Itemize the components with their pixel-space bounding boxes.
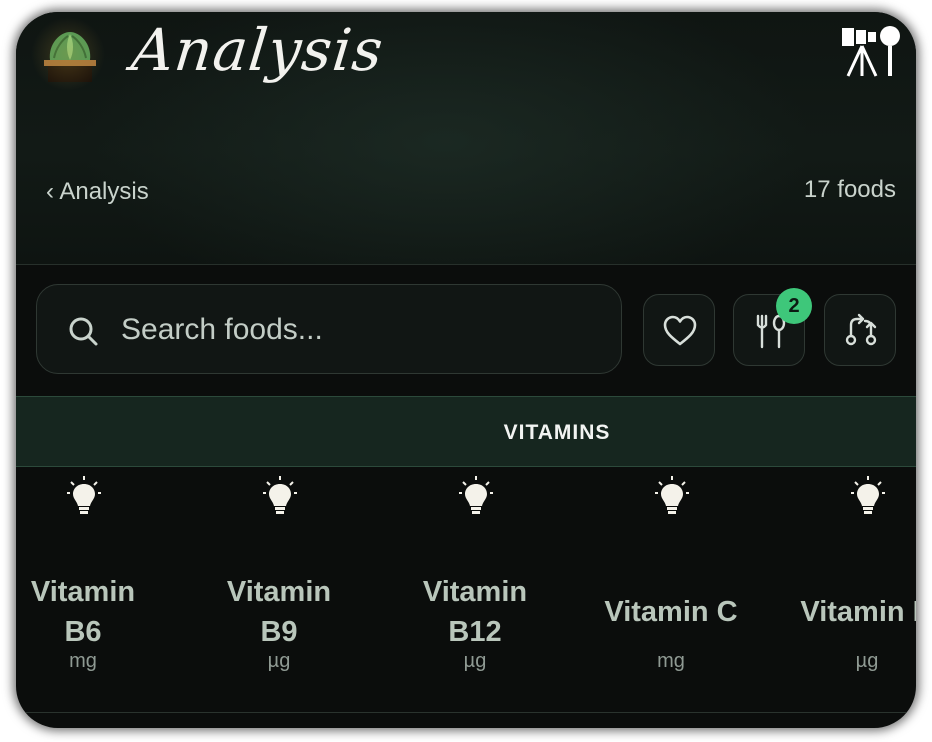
nutrient-unit: mg	[657, 650, 685, 672]
swap-arrows-icon	[845, 313, 877, 346]
nutrient-name: Vitamin C	[604, 596, 738, 628]
nutrient-unit: µg	[855, 650, 879, 672]
nutrient-name: B6	[64, 616, 102, 648]
nutrient-vitamin-c[interactable]: Vitamin C mg	[573, 474, 769, 704]
back-to-analysis-link[interactable]: ‹ Analysis	[46, 178, 149, 206]
nutrient-list: Vitamin B6 mg Vitamin B9 µg Vitamin B12 …	[16, 474, 916, 724]
nutrient-unit: mg	[69, 650, 97, 672]
lightbulb-icon	[655, 476, 689, 514]
filter-count-badge: 2	[776, 288, 812, 324]
lightbulb-icon	[459, 476, 493, 514]
tab-bar: VITAMINS	[16, 396, 916, 467]
nutrient-name: B9	[260, 616, 298, 648]
search-icon	[69, 317, 98, 346]
divider	[16, 712, 916, 713]
divider	[16, 264, 916, 265]
lightbulb-icon	[851, 476, 885, 514]
food-count: 17 foods	[803, 176, 896, 203]
app-title: Analysis	[128, 16, 387, 84]
nutrient-name: Vitamin	[226, 576, 332, 608]
nutrient-unit: µg	[463, 650, 487, 672]
nutrient-vitamin-d[interactable]: Vitamin D µg	[769, 474, 916, 704]
search-input[interactable]	[119, 305, 603, 355]
nutrient-name: Vitamin D	[800, 596, 916, 628]
nutrient-name: Vitamin	[30, 576, 136, 608]
plant-pot-icon[interactable]	[28, 14, 108, 94]
nutrient-name: B12	[448, 616, 502, 648]
header-hero: Analysis ‹ Analysis 17 foods	[16, 12, 916, 264]
lightbulb-icon	[263, 476, 297, 514]
favorites-button[interactable]	[643, 294, 715, 366]
nutrient-unit: µg	[267, 650, 291, 672]
nutrient-vitamin-b9[interactable]: Vitamin B9 µg	[181, 474, 377, 704]
app-frame: Analysis ‹ Analysis 17 foods Search food…	[16, 12, 916, 728]
lightbulb-icon	[67, 476, 101, 514]
search-box[interactable]	[36, 284, 622, 374]
heart-icon	[663, 315, 697, 346]
nutrient-name: Vitamin	[422, 576, 528, 608]
compare-button[interactable]	[824, 294, 896, 366]
telescope-icon[interactable]	[840, 24, 900, 78]
tab-vitamins[interactable]: VITAMINS	[16, 421, 916, 445]
nutrient-vitamin-b6[interactable]: Vitamin B6 mg	[16, 474, 181, 704]
nutrient-vitamin-b12[interactable]: Vitamin B12 µg	[377, 474, 573, 704]
